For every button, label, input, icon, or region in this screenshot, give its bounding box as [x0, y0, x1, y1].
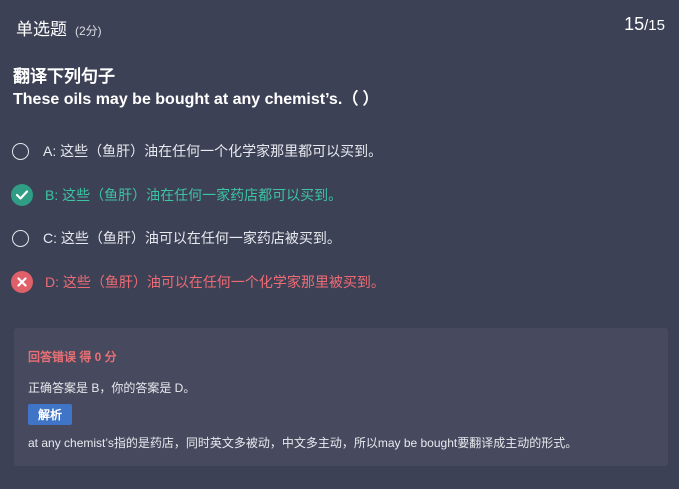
question-type: 单选题 (2分)	[16, 15, 102, 40]
question-score: (2分)	[75, 24, 102, 38]
question-title: 翻译下列句子	[13, 67, 115, 86]
question-type-label: 单选题	[16, 20, 67, 39]
radio-empty-icon[interactable]	[12, 142, 29, 160]
result-panel: 回答错误 得 0 分 正确答案是 B，你的答案是 D。 解析 at any ch…	[14, 328, 668, 466]
progress-total: /15	[644, 17, 665, 34]
radio-empty-icon[interactable]	[12, 229, 29, 247]
result-status: 回答错误 得 0 分	[28, 350, 117, 364]
check-circle-icon	[11, 184, 33, 206]
analysis-text: at any chemist’s指的是药店，同时英文多被动，中文多主动，所以ma…	[28, 436, 578, 450]
option-a-text: A: 这些（鱼肝）油在任何一个化学家那里都可以买到。	[43, 143, 383, 159]
option-b[interactable]: B: 这些（鱼肝）油在任何一家药店都可以买到。	[11, 184, 342, 206]
option-c[interactable]: C: 这些（鱼肝）油可以在任何一家药店被买到。	[11, 228, 341, 248]
analysis-button[interactable]: 解析	[28, 404, 72, 425]
option-b-text: B: 这些（鱼肝）油在任何一家药店都可以买到。	[45, 187, 343, 203]
progress-current: 15	[624, 14, 645, 34]
cross-circle-icon	[11, 271, 33, 293]
option-d-text: D: 这些（鱼肝）油可以在任何一个化学家那里被买到。	[45, 274, 385, 290]
option-c-text: C: 这些（鱼肝）油可以在任何一家药店被买到。	[43, 230, 341, 246]
question-header: 单选题 (2分) 15/15	[0, 0, 679, 52]
option-d[interactable]: D: 这些（鱼肝）油可以在任何一个化学家那里被买到。	[11, 271, 385, 293]
question-progress: 15/15	[624, 14, 665, 35]
option-a[interactable]: A: 这些（鱼肝）油在任何一个化学家那里都可以买到。	[11, 141, 382, 161]
question-sentence: These oils may be bought at any chemist’…	[13, 91, 379, 108]
question-body: 翻译下列句子 These oils may be bought at any c…	[13, 66, 379, 112]
answer-line: 正确答案是 B，你的答案是 D。	[28, 381, 196, 395]
